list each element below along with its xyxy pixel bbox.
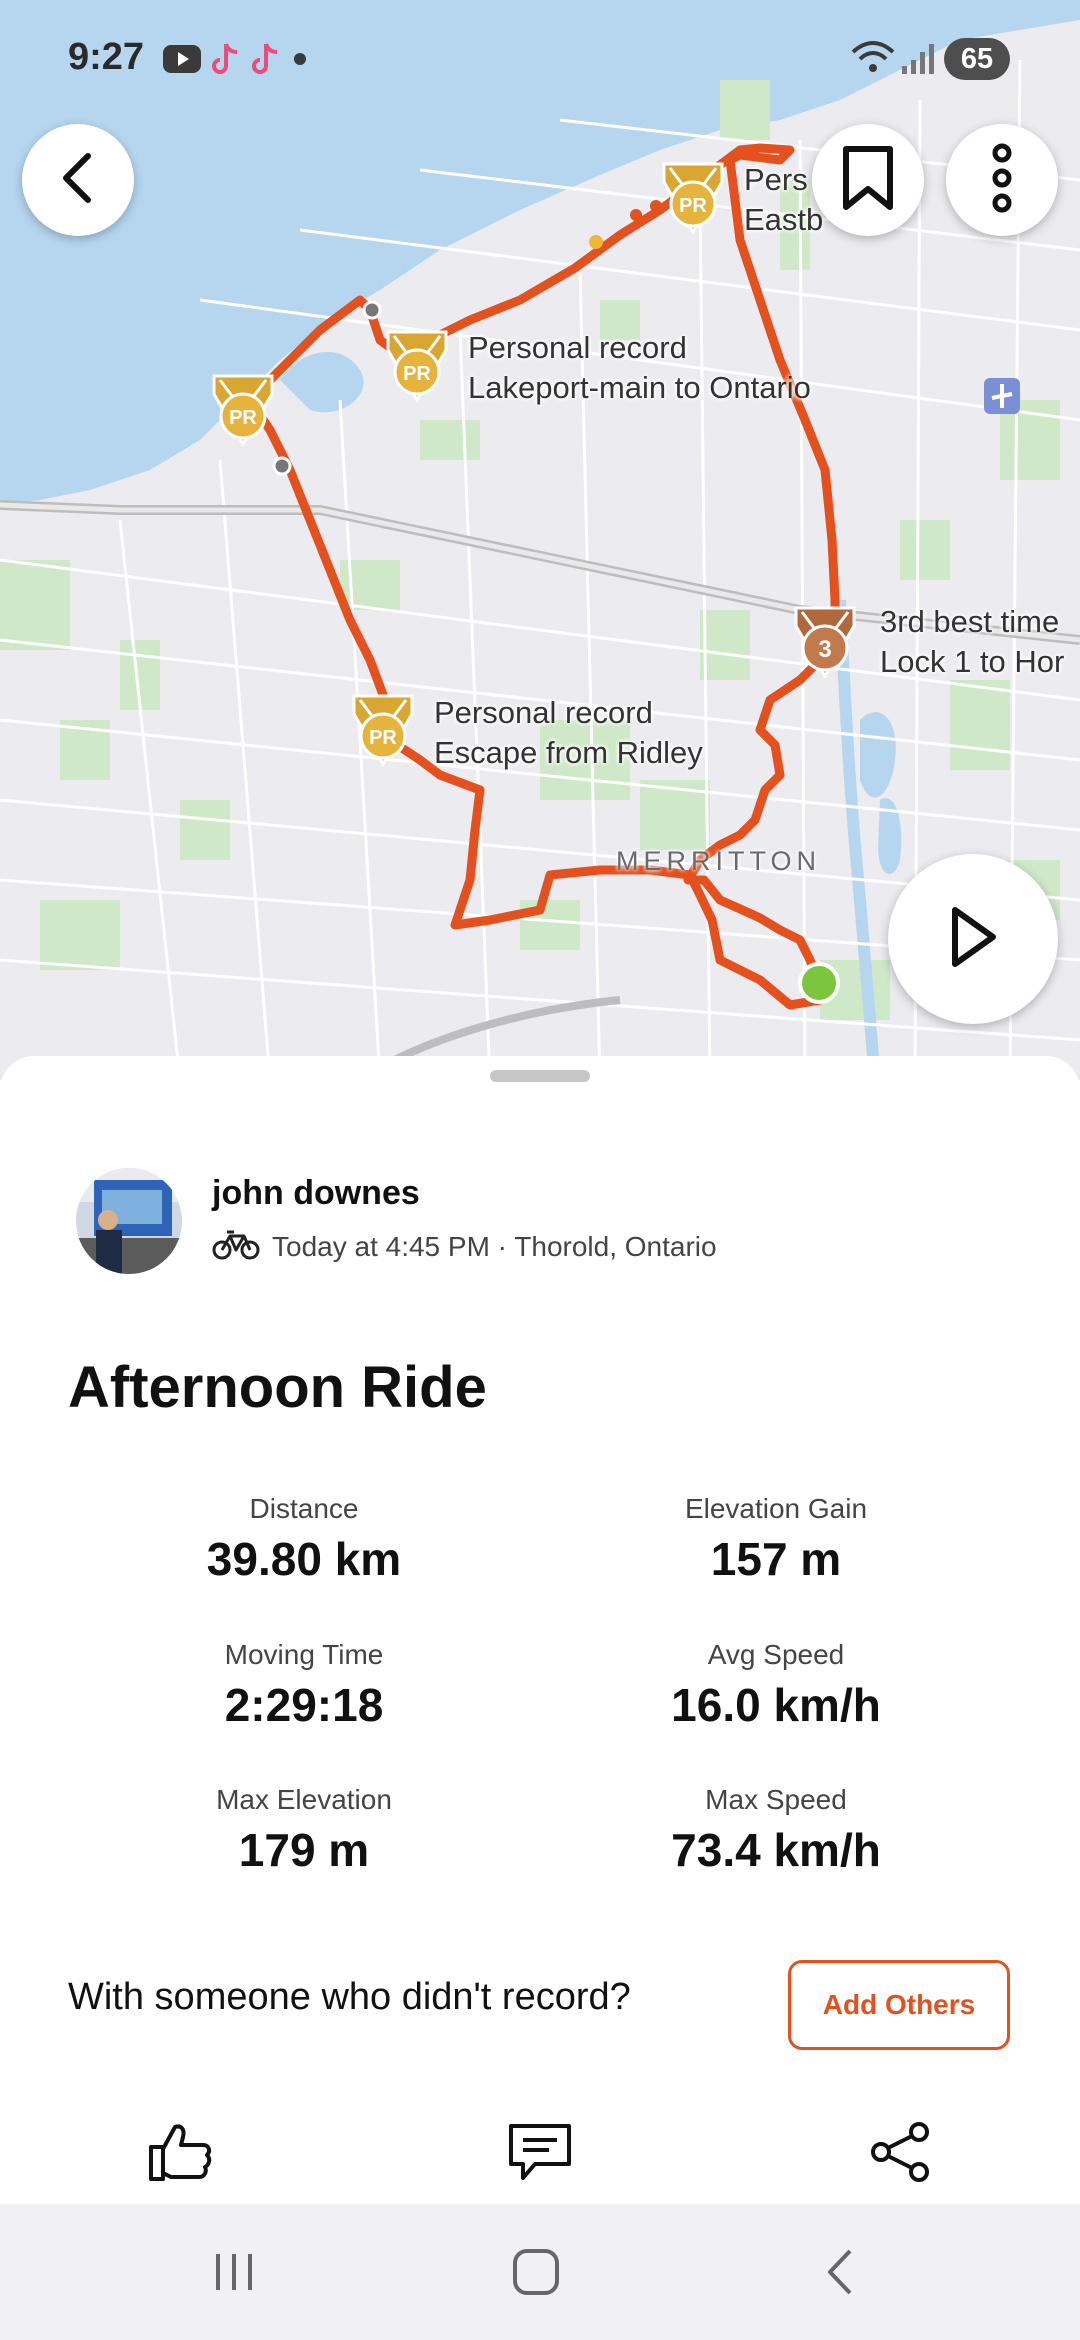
segment-label-line2: Lock 1 to Hor [880, 644, 1065, 679]
pr-badge-text: PR [229, 407, 257, 429]
activity-meta: Today at 4:45 PM · Thorold, Ontario [212, 1228, 717, 1265]
stat-value: 39.80 km [206, 1533, 402, 1585]
youtube-icon [162, 44, 202, 79]
add-others-prompt: With someone who didn't record? [68, 1976, 631, 2018]
signal-icon [900, 42, 936, 81]
pr-badge-text: PR [369, 727, 397, 749]
stat-value: 179 m [238, 1824, 370, 1876]
stat-max-speed: Max Speed 73.4 km/h [566, 1783, 986, 1879]
share-icon [867, 2120, 933, 2189]
chevron-left-icon [56, 150, 100, 211]
avatar[interactable] [76, 1168, 182, 1274]
pr-badge-icon[interactable]: PR [350, 692, 416, 768]
status-time: 9:27 [68, 36, 145, 78]
thumbs-up-icon [147, 2121, 213, 2188]
share-button[interactable] [860, 2114, 940, 2194]
stat-value: 73.4 km/h [671, 1824, 881, 1876]
segment-label-line2: Lakeport-main to Ontario [468, 370, 811, 405]
play-icon [947, 904, 999, 975]
action-bar [0, 2108, 1080, 2204]
city-label: MERRITTON [616, 846, 821, 876]
recents-button[interactable] [194, 2234, 274, 2314]
bookmark-icon [840, 145, 896, 216]
home-button[interactable] [496, 2234, 576, 2314]
back-button[interactable] [22, 124, 134, 236]
battery-indicator: 65 [944, 38, 1010, 80]
add-others-button[interactable]: Add Others [788, 1960, 1010, 2050]
stat-label: Avg Speed [707, 1639, 845, 1670]
pr-badge-text: PR [679, 195, 707, 217]
pr-badge-icon[interactable]: PR [210, 372, 276, 448]
stat-value: 16.0 km/h [671, 1679, 881, 1731]
recents-icon [210, 2250, 258, 2299]
stat-label: Max Elevation [216, 1784, 392, 1815]
segment-label[interactable]: 3rd best time Lock 1 to Hor [880, 602, 1064, 682]
start-point-marker [798, 962, 840, 1004]
segment-label[interactable]: Personal record Lakeport-main to Ontario [468, 328, 811, 408]
segment-label-line1: Personal record [434, 695, 653, 730]
segment-label-line2: Eastb [744, 202, 824, 237]
notification-icons [162, 42, 310, 81]
more-vertical-icon [987, 143, 1017, 218]
pr-badge-icon[interactable]: PR [660, 160, 726, 236]
segment-label-line2: Escape from Ridley [434, 735, 703, 770]
stat-label: Distance [249, 1493, 359, 1524]
stat-moving-time: Moving Time 2:29:18 [94, 1638, 514, 1734]
comment-button[interactable] [500, 2114, 580, 2194]
stat-label: Elevation Gain [684, 1493, 868, 1524]
segment-label[interactable]: Pers Eastb [744, 160, 823, 240]
stat-label: Moving Time [224, 1639, 384, 1670]
more-options-button[interactable] [946, 124, 1058, 236]
stat-distance: Distance 39.80 km [94, 1492, 514, 1588]
home-icon [511, 2247, 561, 2302]
rank-badge-icon[interactable]: 3 [792, 604, 858, 680]
activity-sheet: john downes Today at 4:45 PM · Thorold, … [0, 1056, 1080, 2204]
stat-max-elevation: Max Elevation 179 m [94, 1783, 514, 1879]
route-map[interactable]: PR PR PR PR 3 Personal record Lakeport-m… [0, 0, 1080, 1080]
pr-badge-icon[interactable]: PR [384, 328, 450, 404]
kudos-button[interactable] [140, 2114, 220, 2194]
pr-badge-text: PR [403, 363, 431, 385]
stat-elevation-gain: Elevation Gain 157 m [566, 1492, 986, 1588]
wifi-icon [850, 40, 896, 81]
system-nav-bar [0, 2204, 1080, 2340]
sheet-drag-handle[interactable] [490, 1070, 590, 1082]
back-icon [820, 2247, 860, 2302]
activity-meta-text: Today at 4:45 PM · Thorold, Ontario [272, 1230, 717, 1262]
rank-badge-text: 3 [818, 636, 831, 663]
segment-label-line1: Personal record [468, 330, 687, 365]
comment-icon [505, 2120, 575, 2189]
segment-label[interactable]: Personal record Escape from Ridley [434, 693, 703, 773]
tiktok-icon [250, 42, 282, 81]
stat-value: 157 m [710, 1533, 842, 1585]
activity-title: Afternoon Ride [68, 1355, 487, 1420]
athlete-name[interactable]: john downes [212, 1174, 420, 1213]
stat-label: Max Speed [705, 1784, 847, 1815]
tiktok-icon [210, 42, 242, 81]
bike-icon [212, 1228, 260, 1265]
play-flyover-button[interactable] [888, 854, 1058, 1024]
stat-value: 2:29:18 [224, 1679, 384, 1731]
segment-label-line1: 3rd best time [880, 604, 1060, 639]
stat-avg-speed: Avg Speed 16.0 km/h [566, 1638, 986, 1734]
save-route-button[interactable] [812, 124, 924, 236]
status-bar: 9:27 65 [0, 0, 1080, 120]
system-back-button[interactable] [800, 2234, 880, 2314]
dot-icon [290, 49, 310, 74]
